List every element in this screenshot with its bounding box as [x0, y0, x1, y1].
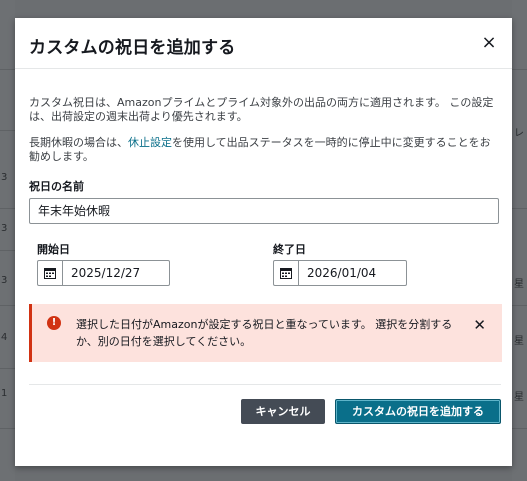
bg-text: レ — [514, 128, 524, 139]
bg-text: 3 — [1, 275, 8, 286]
bg-text: 1 — [1, 388, 8, 399]
overlap-error-alert: ! 選択した日付がAmazonが設定する祝日と重なっています。 選択を分割するか… — [29, 304, 502, 362]
start-date-label: 開始日 — [37, 243, 70, 256]
pause-advice-text: 長期休暇の場合は、休止設定を使用して出品ステータスを一時的に停止中に変更すること… — [29, 136, 499, 164]
alert-close-icon[interactable]: ✕ — [473, 316, 486, 334]
bg-divider — [0, 69, 15, 70]
bg-divider — [0, 368, 15, 369]
bg-text: 4 — [1, 332, 8, 343]
close-icon[interactable]: × — [478, 32, 500, 54]
bg-text: 3 — [1, 172, 8, 183]
holiday-name-input[interactable]: 年末年始休暇 — [29, 198, 499, 224]
holiday-name-label: 祝日の名前 — [29, 180, 84, 193]
end-date-label: 終了日 — [273, 243, 306, 256]
bg-text: 3 — [1, 223, 8, 234]
alert-message: 選択した日付がAmazonが設定する祝日と重なっています。 選択を分割するか、別… — [76, 318, 453, 348]
modal-header: カスタムの祝日を追加する × — [15, 18, 512, 69]
start-date-value: 2025/12/27 — [71, 266, 141, 280]
end-date-value: 2026/01/04 — [307, 266, 377, 280]
bg-text: 星 — [514, 336, 524, 347]
end-date-input[interactable]: 2026/01/04 — [273, 260, 407, 286]
bg-divider — [0, 208, 15, 209]
bg-divider — [512, 305, 527, 306]
bg-divider — [0, 305, 15, 306]
bg-divider — [0, 130, 15, 131]
bg-divider — [512, 208, 527, 209]
bg-divider — [512, 69, 527, 70]
pause-settings-link[interactable]: 休止設定 — [128, 136, 172, 149]
bg-divider — [0, 250, 15, 251]
modal-title: カスタムの祝日を追加する — [29, 38, 236, 58]
calendar-icon[interactable] — [38, 261, 63, 285]
bg-text: 星 — [514, 392, 524, 403]
advice-prefix: 長期休暇の場合は、 — [29, 136, 128, 149]
cancel-button[interactable]: キャンセル — [241, 399, 325, 424]
background-right — [512, 0, 527, 481]
calendar-icon[interactable] — [274, 261, 299, 285]
start-date-input[interactable]: 2025/12/27 — [37, 260, 170, 286]
bg-divider — [0, 428, 15, 429]
add-holiday-modal: カスタムの祝日を追加する × カスタム祝日は、Amazonプライムとプライム対象… — [15, 18, 512, 466]
error-icon: ! — [47, 316, 61, 330]
background-left — [0, 0, 15, 481]
add-holiday-button[interactable]: カスタムの祝日を追加する — [335, 399, 501, 424]
footer-divider — [29, 384, 501, 385]
bg-divider — [512, 428, 527, 429]
bg-text: 星 — [514, 279, 524, 290]
description-text: カスタム祝日は、Amazonプライムとプライム対象外の出品の両方に適用されます。… — [29, 96, 494, 123]
